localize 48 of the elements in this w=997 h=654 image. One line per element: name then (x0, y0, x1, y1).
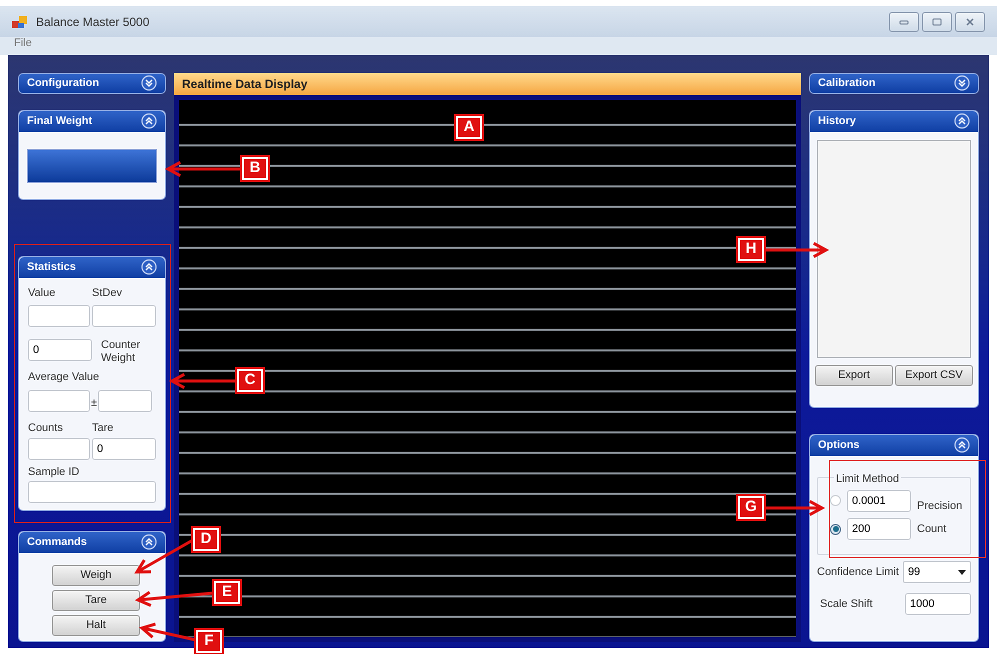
field-label: Scale Shift (820, 596, 873, 612)
text-field[interactable]: 0 (92, 438, 156, 460)
field-label: Precision (917, 498, 962, 514)
annotation-label: G (738, 496, 764, 519)
command-button[interactable]: Halt (52, 614, 140, 636)
display-title: Realtime Data Display (182, 76, 308, 93)
confidence-dropdown[interactable]: 99 (902, 561, 971, 584)
panel-title: Options (818, 438, 860, 453)
field-label: Sample ID (28, 465, 80, 480)
field-label: Confidence Limit (817, 564, 899, 580)
command-button[interactable]: Export CSV (895, 364, 973, 386)
panel-header[interactable]: Statistics (19, 256, 165, 278)
panel-header[interactable]: Configuration (18, 72, 166, 94)
annotation-label: F (196, 630, 222, 653)
panel-title: Final Weight (27, 114, 92, 129)
menu-item[interactable]: File (14, 34, 32, 52)
annotation-label: C (237, 369, 263, 392)
field-label: Tare (92, 420, 114, 436)
annotation-label: D (193, 528, 219, 551)
panel-header[interactable]: History (810, 110, 978, 132)
panel-title: Commands (27, 534, 87, 550)
text-field[interactable]: 0 (28, 339, 92, 362)
field-label: Value (28, 286, 56, 301)
annotation-label: B (242, 157, 268, 180)
field-label: ± (91, 396, 98, 412)
annotation-label: H (738, 238, 764, 261)
field-label: Average Value (28, 370, 100, 386)
field-label: Counter Weight (101, 339, 142, 366)
panel-header[interactable]: Options (810, 434, 978, 456)
annotation-label: A (456, 116, 482, 139)
field-label: StDev (92, 286, 122, 301)
text-field[interactable]: 200 (847, 518, 911, 540)
command-button[interactable]: Weigh (52, 564, 140, 586)
panel-header[interactable]: Final Weight (19, 110, 165, 132)
panel-header[interactable]: Commands (19, 532, 165, 553)
annotation-label: E (214, 581, 240, 604)
text-field[interactable]: 0.0001 (847, 490, 911, 512)
text-field[interactable]: 1000 (905, 593, 971, 616)
panel-header[interactable]: Calibration (809, 72, 979, 94)
field-label: Counts (28, 420, 64, 436)
panel-title: History (818, 114, 856, 129)
panel-title: Configuration (27, 76, 100, 91)
field-label: Count (917, 522, 946, 537)
command-button[interactable]: Export (815, 364, 893, 386)
panel-title: Statistics (27, 260, 76, 275)
command-button[interactable]: Tare (52, 590, 140, 611)
panel-title: Calibration (818, 76, 876, 91)
window-title: Balance Master 5000 (36, 14, 150, 31)
